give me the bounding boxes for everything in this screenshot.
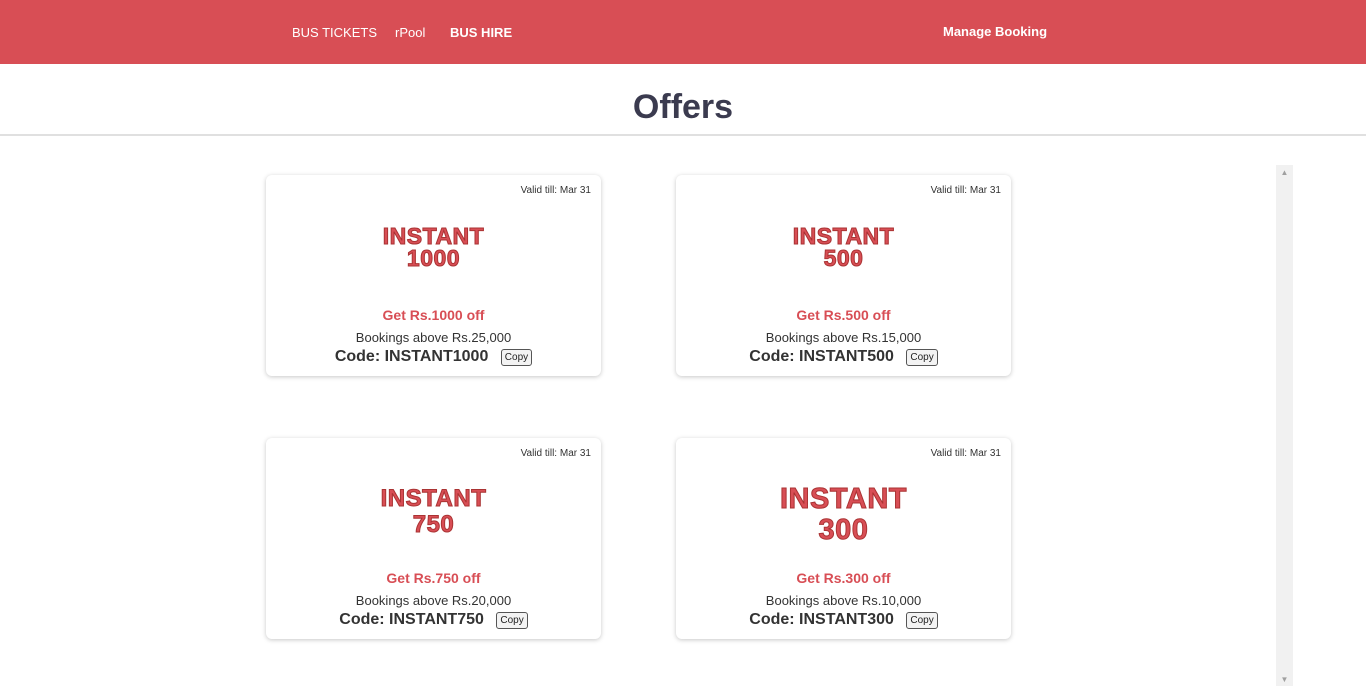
offer-logo: INSTANT 1000 bbox=[266, 223, 601, 271]
offer-logo-line1: INSTANT bbox=[382, 223, 485, 249]
offer-validity: Valid till: Mar 31 bbox=[930, 185, 1001, 196]
offer-code-row: Code: INSTANT300 Copy bbox=[676, 611, 1011, 629]
offer-logo-line2: 750 bbox=[412, 511, 455, 538]
offer-logo: INSTANT 300 bbox=[676, 483, 1011, 546]
offer-card: Valid till: Mar 31 INSTANT 300 Get Rs.30… bbox=[676, 438, 1011, 639]
offer-card: Valid till: Mar 31 INSTANT 1000 Get Rs.1… bbox=[266, 175, 601, 376]
copy-code-button[interactable]: Copy bbox=[906, 348, 938, 366]
copy-code-button[interactable]: Copy bbox=[906, 611, 938, 629]
offer-code: Code: INSTANT500 bbox=[749, 348, 894, 365]
offer-card: Valid till: Mar 31 INSTANT 750 Get Rs.75… bbox=[266, 438, 601, 639]
manage-booking-link[interactable]: Manage Booking bbox=[943, 24, 1047, 39]
offer-logo: INSTANT 750 bbox=[266, 485, 601, 538]
offer-headline: Get Rs.300 off bbox=[796, 570, 891, 586]
offer-logo-line1: INSTANT bbox=[380, 485, 487, 512]
nav-bus-tickets[interactable]: BUS TICKETS bbox=[292, 25, 377, 40]
offer-validity: Valid till: Mar 31 bbox=[520, 185, 591, 196]
offer-code-row: Code: INSTANT500 Copy bbox=[676, 348, 1011, 366]
offer-validity: Valid till: Mar 31 bbox=[520, 448, 591, 459]
offer-code-row: Code: INSTANT1000 Copy bbox=[266, 348, 601, 366]
page-header: Offers bbox=[0, 64, 1366, 136]
copy-code-button[interactable]: Copy bbox=[500, 348, 533, 366]
offer-condition: Bookings above Rs.25,000 bbox=[355, 330, 512, 345]
offer-code: Code: INSTANT750 bbox=[339, 611, 484, 628]
scrollbar[interactable]: ▲ ▼ bbox=[1276, 165, 1293, 686]
page-title: Offers bbox=[632, 88, 734, 126]
scroll-down-icon[interactable]: ▼ bbox=[1276, 674, 1293, 686]
offer-logo-line2: 500 bbox=[823, 245, 864, 271]
scroll-up-icon[interactable]: ▲ bbox=[1276, 167, 1293, 179]
offer-condition: Bookings above Rs.20,000 bbox=[355, 593, 512, 608]
offer-code-row: Code: INSTANT750 Copy bbox=[266, 611, 601, 629]
offer-logo-line1: INSTANT bbox=[792, 223, 895, 249]
top-navbar: BUS TICKETS rPool BUS HIRE Manage Bookin… bbox=[0, 0, 1366, 64]
offer-logo-line2: 300 bbox=[818, 514, 869, 546]
offer-headline: Get Rs.750 off bbox=[386, 570, 481, 586]
nav-bus-hire[interactable]: BUS HIRE bbox=[450, 25, 512, 40]
offer-condition: Bookings above Rs.10,000 bbox=[765, 593, 922, 608]
offer-validity: Valid till: Mar 31 bbox=[930, 448, 1001, 459]
offer-logo: INSTANT 500 bbox=[676, 223, 1011, 271]
offer-code: Code: INSTANT300 bbox=[749, 611, 894, 628]
offer-headline: Get Rs.1000 off bbox=[382, 307, 485, 323]
nav-rpool[interactable]: rPool bbox=[395, 25, 425, 40]
offer-logo-line2: 1000 bbox=[406, 245, 461, 271]
copy-code-button[interactable]: Copy bbox=[496, 611, 528, 629]
offer-card: Valid till: Mar 31 INSTANT 500 Get Rs.50… bbox=[676, 175, 1011, 376]
offer-condition: Bookings above Rs.15,000 bbox=[765, 330, 922, 345]
offer-headline: Get Rs.500 off bbox=[796, 307, 891, 323]
offer-code: Code: INSTANT1000 bbox=[334, 348, 489, 365]
offer-logo-line1: INSTANT bbox=[779, 483, 907, 515]
